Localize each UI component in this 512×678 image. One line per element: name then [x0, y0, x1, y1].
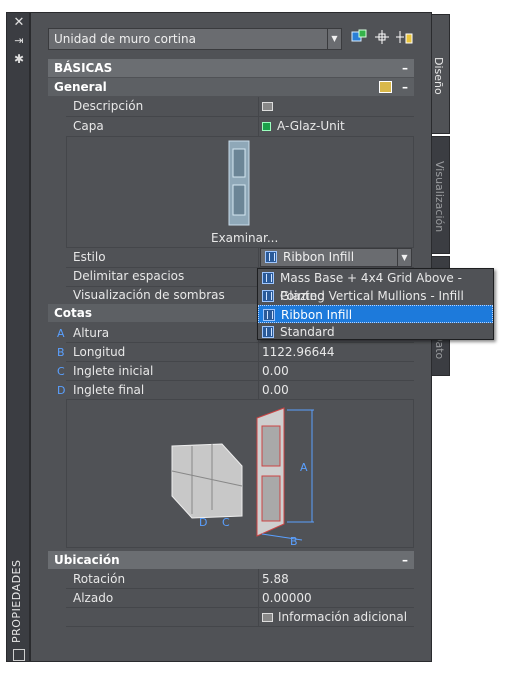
dimension-letter: A [57, 327, 65, 340]
section-basicas-title: BÁSICAS [54, 61, 113, 75]
descripcion-label: Descripción [73, 99, 144, 113]
edit-description-icon[interactable] [262, 102, 273, 111]
alzado-value[interactable]: 0.00000 [262, 589, 312, 608]
dimension-label-c: C [222, 516, 230, 529]
estilo-label: Estilo [73, 250, 106, 264]
chevron-down-icon: ▼ [397, 249, 411, 266]
section-ubicacion-title: Ubicación [54, 553, 120, 567]
row-capa[interactable]: Capa A-Glaz-Unit [48, 117, 414, 136]
capa-label: Capa [73, 119, 104, 133]
properties-palette: ✕ ⇥ ✱ PROPIEDADES Diseño Visualización D… [0, 0, 512, 678]
row-info-adicional[interactable]: Información adicional [48, 608, 414, 627]
object-type-dropdown[interactable]: Unidad de muro cortina ▼ [48, 28, 342, 50]
estilo-value: Ribbon Infill [283, 250, 355, 264]
row-inglete-inicial[interactable]: C Inglete inicial 0.00 [48, 362, 414, 381]
add-selection-icon[interactable] [350, 29, 368, 47]
row-longitud[interactable]: B Longitud 1122.96644 [48, 343, 414, 362]
tab-diseno[interactable]: Diseño [430, 14, 450, 134]
row-inglete-final[interactable]: D Inglete final 0.00 [48, 381, 414, 400]
tab-diseno-label: Diseño [432, 57, 445, 95]
estilo-dropdown[interactable]: Ribbon Infill ▼ [260, 248, 412, 267]
estilo-option-selected[interactable]: Ribbon Infill [258, 305, 493, 323]
row-descripcion[interactable]: Descripción [48, 97, 414, 116]
close-icon[interactable]: ✕ [7, 15, 31, 31]
tab-visualizacion[interactable]: Visualización [430, 136, 450, 254]
inglete-final-label: Inglete final [73, 383, 145, 397]
curtain-wall-style-icon [262, 290, 274, 302]
settings-icon[interactable]: ✱ [7, 51, 31, 67]
dimension-diagram-box: A B C D [66, 399, 414, 548]
altura-label: Altura [73, 326, 110, 340]
palette-title-strip: ✕ ⇥ ✱ PROPIEDADES [6, 12, 30, 662]
row-rotacion[interactable]: Rotación 5.88 [48, 570, 414, 589]
tab-visualizacion-label: Visualización [433, 161, 446, 233]
alzado-label: Alzado [73, 591, 114, 605]
estilo-option[interactable]: Pointed Vertical Mullions - Infill [258, 287, 493, 305]
dimension-diagram: A B C D [171, 407, 314, 546]
rotacion-label: Rotación [73, 572, 126, 586]
additional-info-icon [262, 613, 273, 622]
section-cotas-title: Cotas [54, 306, 93, 320]
autohide-icon[interactable]: ⇥ [7, 33, 31, 49]
palette-menu-icon[interactable] [13, 649, 25, 661]
dimension-letter: C [57, 365, 65, 378]
estilo-options-list[interactable]: Mass Base + 4x4 Grid Above - Glazing Poi… [257, 268, 494, 340]
curtain-wall-style-icon [265, 251, 277, 263]
estilo-option[interactable]: Standard [258, 323, 493, 341]
quick-properties-icon[interactable] [379, 81, 392, 93]
object-type-value: Unidad de muro cortina [54, 32, 196, 46]
info-adicional-button[interactable]: Información adicional [278, 608, 407, 627]
rotacion-value[interactable]: 5.88 [262, 570, 289, 589]
inglete-final-value[interactable]: 0.00 [262, 381, 289, 400]
dimension-label-d: D [199, 516, 207, 529]
section-ubicacion[interactable]: Ubicación – [48, 551, 414, 569]
quick-select-icon[interactable] [396, 29, 414, 47]
sombras-label: Visualización de sombras [73, 288, 225, 302]
dimension-letter: D [57, 384, 66, 397]
collapse-icon[interactable]: – [402, 78, 408, 96]
collapse-icon[interactable]: – [402, 551, 408, 569]
examinar-link[interactable]: Examinar... [211, 231, 278, 245]
chevron-down-icon: ▼ [327, 29, 341, 49]
inglete-inicial-label: Inglete inicial [73, 364, 154, 378]
style-preview-image [228, 140, 250, 226]
capa-value[interactable]: A-Glaz-Unit [262, 117, 345, 136]
delimitar-label: Delimitar espacios [73, 269, 185, 283]
section-basicas[interactable]: BÁSICAS – [48, 59, 414, 77]
longitud-label: Longitud [73, 345, 126, 359]
layer-color-swatch [262, 122, 271, 131]
dimension-letter: B [57, 346, 65, 359]
curtain-wall-style-icon [263, 309, 275, 321]
estilo-option[interactable]: Mass Base + 4x4 Grid Above - Glazing [258, 269, 493, 303]
row-alzado[interactable]: Alzado 0.00000 [48, 589, 414, 608]
curtain-wall-style-icon [262, 272, 274, 284]
dimension-label-b: B [290, 535, 298, 546]
palette-title: PROPIEDADES [10, 559, 23, 643]
style-preview-box: Examinar... [66, 136, 414, 248]
section-general[interactable]: General – [48, 78, 414, 96]
longitud-value[interactable]: 1122.96644 [262, 343, 335, 362]
section-general-title: General [54, 80, 107, 94]
select-objects-icon[interactable] [373, 29, 391, 47]
curtain-wall-style-icon [262, 326, 274, 338]
dimension-label-a: A [300, 461, 308, 474]
collapse-icon[interactable]: – [402, 59, 408, 77]
inglete-inicial-value[interactable]: 0.00 [262, 362, 289, 381]
